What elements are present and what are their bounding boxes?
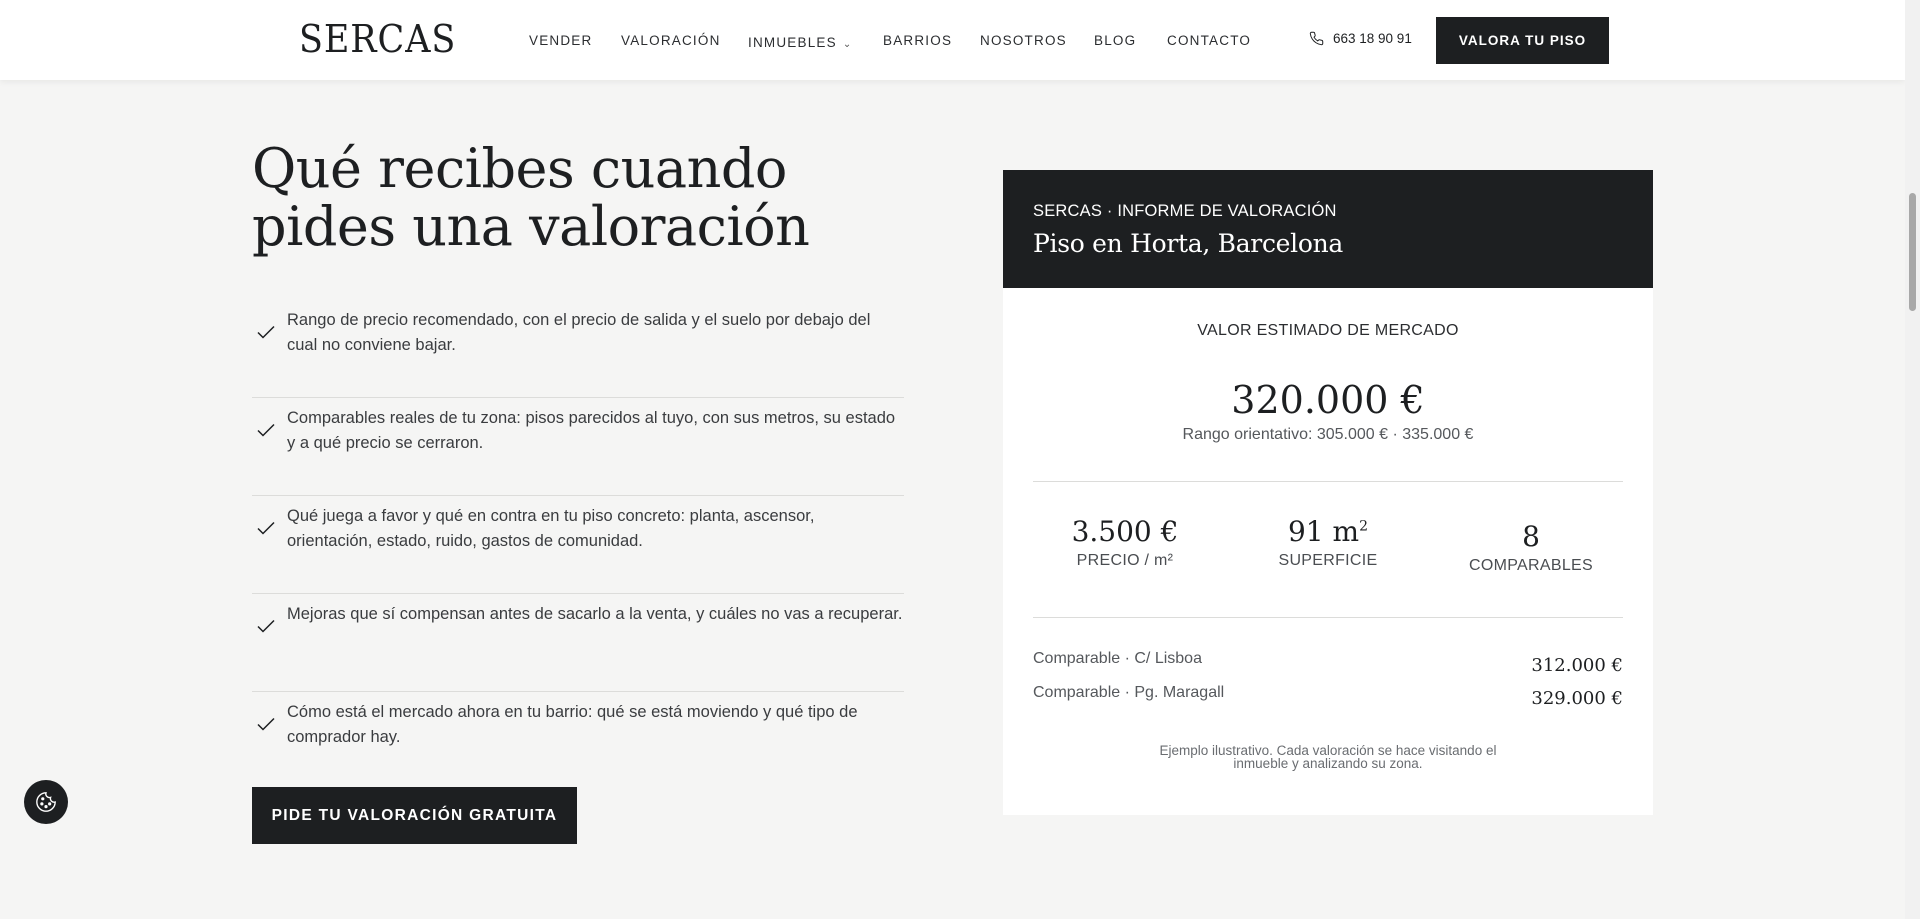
nav-nosotros[interactable]: NOSOTROS (980, 33, 1067, 48)
divider (1033, 481, 1623, 482)
benefits-list: Rango de precio recomendado, con el prec… (252, 300, 904, 790)
phone-number: 663 18 90 91 (1333, 31, 1412, 46)
stat-value-number: 91 m (1287, 515, 1360, 548)
list-item-text: Cómo está el mercado ahora en tu barrio:… (287, 703, 858, 746)
stat-value: 3.500 € (1071, 515, 1179, 548)
list-item-text: Qué juega a favor y qué en contra en tu … (287, 507, 815, 550)
stat-comparables: 8 COMPARABLES (1436, 520, 1626, 575)
check-icon (257, 423, 275, 437)
stat-value: 8 (1522, 520, 1540, 553)
page-scrollbar[interactable] (1905, 0, 1920, 919)
check-icon (257, 325, 275, 339)
stat-value-superscript: 2 (1359, 518, 1368, 535)
list-item: Rango de precio recomendado, con el prec… (252, 300, 904, 398)
nav-valoracion[interactable]: VALORACIÓN (621, 33, 721, 48)
list-item: Qué juega a favor y qué en contra en tu … (252, 496, 904, 594)
comparable-price: 329.000 € (1531, 688, 1623, 709)
logo[interactable]: SERCAS (299, 17, 456, 61)
market-value-label: VALOR ESTIMADO DE MERCADO (1197, 322, 1459, 339)
market-value: 320.000 € (1231, 378, 1425, 422)
check-icon (257, 717, 275, 731)
nav-vender[interactable]: VENDER (529, 33, 592, 48)
check-icon (257, 521, 275, 535)
phone-icon (1309, 31, 1324, 46)
list-item: Cómo está el mercado ahora en tu barrio:… (252, 692, 904, 790)
price-range: Rango orientativo: 305.000 € · 335.000 € (1182, 426, 1474, 443)
stat-label: PRECIO / m² (1076, 552, 1174, 569)
nav-inmuebles-label: INMUEBLES (748, 35, 837, 50)
scrollbar-thumb[interactable] (1909, 193, 1916, 311)
chevron-down-icon: ⌄ (842, 39, 853, 50)
stat-surface: 91 m2 SUPERFICIE (1233, 515, 1423, 570)
section-title: Qué recibes cuando pides una valoración (252, 137, 810, 258)
report-subtitle: Piso en Horta, Barcelona (1033, 229, 1344, 258)
list-item: Comparables reales de tu zona: pisos par… (252, 398, 904, 496)
report-header: SERCAS · INFORME DE VALORACIÓN Piso en H… (1003, 170, 1653, 288)
list-item-text: Rango de precio recomendado, con el prec… (287, 311, 871, 354)
stat-label: SUPERFICIE (1278, 552, 1378, 569)
disclaimer-note: Ejemplo ilustrativo. Cada valoración se … (1159, 743, 1497, 771)
phone-link[interactable]: 663 18 90 91 (1309, 31, 1412, 46)
stat-label: COMPARABLES (1469, 557, 1593, 574)
list-item-text: Mejoras que sí compensan antes de sacarl… (287, 605, 903, 623)
valuation-report-card: SERCAS · INFORME DE VALORACIÓN Piso en H… (1003, 170, 1653, 815)
valora-tu-piso-button[interactable]: VALORA TU PISO (1436, 17, 1609, 64)
divider (1033, 617, 1623, 618)
nav-inmuebles[interactable]: INMUEBLES ⌄ (748, 35, 852, 50)
nav-barrios[interactable]: BARRIOS (883, 33, 952, 48)
stat-price-per-m2: 3.500 € PRECIO / m² (1030, 515, 1220, 570)
report-kicker: SERCAS · INFORME DE VALORACIÓN (1033, 202, 1337, 220)
nav-contacto[interactable]: CONTACTO (1167, 33, 1251, 48)
list-item-text: Comparables reales de tu zona: pisos par… (287, 409, 896, 452)
cookie-settings-button[interactable] (24, 780, 68, 824)
pide-valoracion-button[interactable]: PIDE TU VALORACIÓN GRATUITA (252, 787, 577, 844)
nav-blog[interactable]: BLOG (1094, 33, 1136, 48)
site-header: SERCAS VENDER VALORACIÓN INMUEBLES ⌄ BARR… (0, 0, 1905, 80)
cookie-icon (36, 792, 56, 812)
comparable-name: Comparable · C/ Lisboa (1033, 650, 1202, 667)
check-icon (257, 619, 275, 633)
stat-value: 91 m2 (1233, 515, 1423, 548)
list-item: Mejoras que sí compensan antes de sacarl… (252, 594, 904, 692)
comparable-name: Comparable · Pg. Maragall (1033, 684, 1225, 701)
comparable-price: 312.000 € (1531, 655, 1623, 676)
